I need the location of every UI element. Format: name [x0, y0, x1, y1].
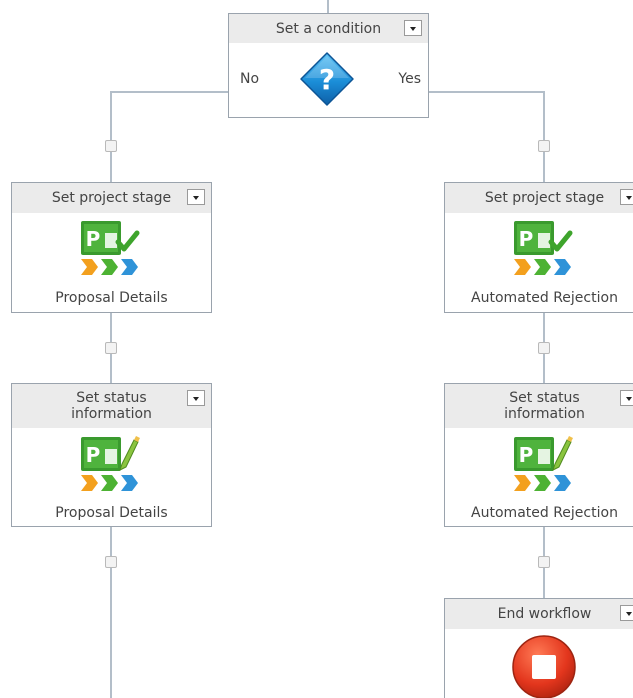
- set-project-stage-node[interactable]: Set project stage P Proposal Details: [11, 182, 212, 313]
- svg-text:P: P: [86, 443, 101, 467]
- end-workflow-node[interactable]: End workflow: [444, 598, 633, 698]
- connector-handle[interactable]: [538, 342, 550, 354]
- node-title-line1: Set status: [76, 390, 147, 406]
- node-caption: Proposal Details: [55, 505, 168, 521]
- node-title: End workflow: [497, 606, 592, 622]
- node-header: End workflow: [445, 599, 633, 629]
- workflow-canvas: Set a condition No Yes ? Set project sta…: [0, 0, 633, 698]
- connector-handle[interactable]: [105, 140, 117, 152]
- node-title: Set a condition: [275, 21, 382, 37]
- node-header: Set status information: [445, 384, 633, 428]
- connector-line: [327, 0, 329, 13]
- question-diamond-icon: ?: [300, 52, 354, 106]
- connector-handle[interactable]: [538, 556, 550, 568]
- connector-handle[interactable]: [538, 140, 550, 152]
- node-header: Set status information: [12, 384, 211, 428]
- svg-text:P: P: [86, 227, 101, 251]
- yes-branch-label: Yes: [398, 71, 421, 87]
- set-status-information-node[interactable]: Set status information P Proposal Detail…: [11, 383, 212, 527]
- node-header: Set project stage: [445, 183, 633, 213]
- connector-line: [428, 91, 545, 93]
- connector-line: [110, 91, 112, 182]
- dropdown-button[interactable]: [620, 605, 633, 621]
- connector-handle[interactable]: [105, 556, 117, 568]
- connector-line: [110, 91, 228, 93]
- project-stage-icon: P: [81, 221, 140, 275]
- connector-handle[interactable]: [105, 342, 117, 354]
- dropdown-button[interactable]: [187, 189, 205, 205]
- condition-node[interactable]: Set a condition No Yes ?: [228, 13, 429, 118]
- project-stage-icon: P: [514, 221, 573, 275]
- status-information-icon: P: [81, 436, 140, 491]
- node-title: Set project stage: [484, 190, 605, 206]
- svg-text:P: P: [519, 443, 534, 467]
- dropdown-button[interactable]: [404, 20, 422, 36]
- svg-text:P: P: [519, 227, 534, 251]
- dropdown-button[interactable]: [187, 390, 205, 406]
- node-title-line2: information: [71, 406, 152, 422]
- set-status-information-node[interactable]: Set status information P Automated Rejec…: [444, 383, 633, 527]
- dropdown-button[interactable]: [620, 189, 633, 205]
- node-header: Set project stage: [12, 183, 211, 213]
- node-caption: Proposal Details: [55, 290, 168, 306]
- connector-line: [110, 526, 112, 698]
- node-header: Set a condition: [229, 14, 428, 43]
- node-title: Set project stage: [51, 190, 172, 206]
- status-information-icon: P: [514, 436, 573, 491]
- node-title-line1: Set status: [509, 390, 580, 406]
- connector-line: [543, 91, 545, 182]
- stop-icon: [512, 635, 576, 698]
- node-caption: Automated Rejection: [471, 290, 618, 306]
- set-project-stage-node[interactable]: Set project stage P Automated Rejection: [444, 182, 633, 313]
- no-branch-label: No: [240, 71, 260, 87]
- svg-text:?: ?: [319, 63, 335, 96]
- node-title-line2: information: [504, 406, 585, 422]
- node-caption: Automated Rejection: [471, 505, 618, 521]
- dropdown-button[interactable]: [620, 390, 633, 406]
